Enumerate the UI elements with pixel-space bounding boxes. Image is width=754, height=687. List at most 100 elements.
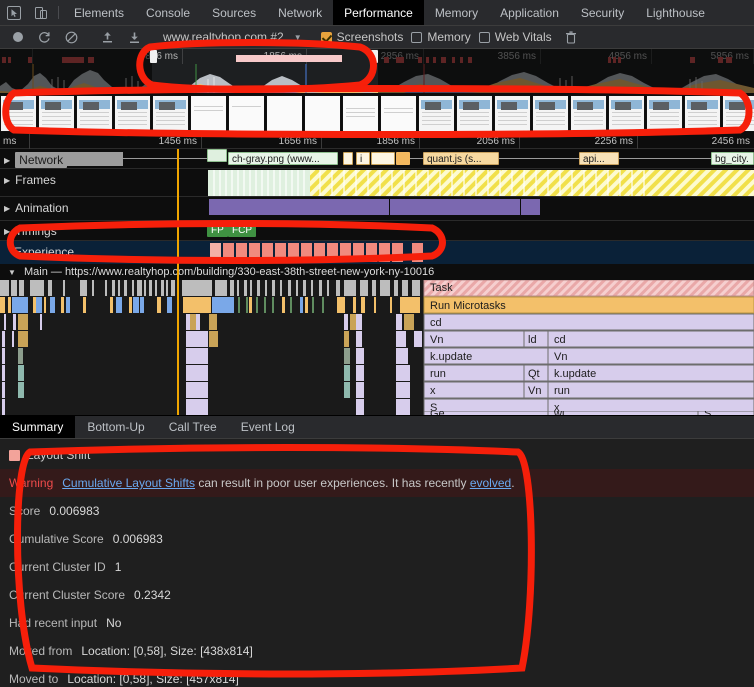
- layout-shift-marker[interactable]: [301, 243, 312, 262]
- filmstrip-frame[interactable]: [0, 95, 37, 132]
- layout-shift-marker[interactable]: [340, 243, 351, 262]
- network-request-leading[interactable]: [207, 149, 227, 162]
- tab-sources[interactable]: Sources: [201, 0, 267, 25]
- filmstrip-frame[interactable]: [456, 95, 493, 132]
- load-profile-icon[interactable]: [94, 31, 121, 44]
- record-icon[interactable]: [4, 31, 31, 43]
- track-timings-header[interactable]: ▶ Timings: [0, 224, 57, 238]
- track-experience-header[interactable]: Experience: [10, 245, 74, 259]
- track-frames[interactable]: ▶ Frames: [0, 169, 754, 197]
- screenshots-label: Screenshots: [336, 30, 404, 44]
- network-request-small-3[interactable]: [396, 152, 410, 165]
- layout-shift-marker[interactable]: [210, 243, 221, 262]
- track-animation-header[interactable]: ▶ Animation: [0, 201, 69, 215]
- reload-record-icon[interactable]: [31, 31, 58, 44]
- timing-marker-fp[interactable]: FP: [207, 225, 228, 237]
- filmstrip-frame[interactable]: [684, 95, 721, 132]
- recording-target-select[interactable]: www.realtyhop.com #2 ▼: [157, 30, 304, 44]
- timeline-tracks[interactable]: ▶ Network ch-gray.png (www... i quant.js…: [0, 149, 754, 415]
- clear-icon[interactable]: [58, 31, 85, 44]
- tab-call-tree[interactable]: Call Tree: [157, 416, 229, 438]
- layout-shift-marker[interactable]: [223, 243, 234, 262]
- tab-performance[interactable]: Performance: [333, 0, 424, 25]
- trash-icon[interactable]: [558, 30, 585, 44]
- layout-shift-marker[interactable]: [275, 243, 286, 262]
- filmstrip-frame[interactable]: [304, 95, 341, 132]
- tab-summary[interactable]: Summary: [0, 416, 76, 438]
- layout-shift-marker[interactable]: [236, 243, 247, 262]
- cumulative-layout-shifts-link[interactable]: Cumulative Layout Shifts: [62, 476, 195, 490]
- layout-shift-marker[interactable]: [412, 243, 423, 262]
- tab-console[interactable]: Console: [135, 0, 201, 25]
- web-vitals-checkbox[interactable]: Web Vitals: [478, 30, 552, 44]
- filmstrip[interactable]: [0, 93, 754, 134]
- network-request[interactable]: bg_city.: [711, 152, 754, 165]
- timeline-overview[interactable]: 856 ms 1856 ms 2856 ms 3856 ms 4856 ms 5…: [0, 49, 754, 93]
- track-network-header[interactable]: ▶ Network: [0, 152, 68, 168]
- tab-bottom-up[interactable]: Bottom-Up: [75, 416, 156, 438]
- layout-shift-marker[interactable]: [379, 243, 390, 262]
- filmstrip-frame[interactable]: [646, 95, 683, 132]
- network-request-small[interactable]: [343, 152, 353, 165]
- filmstrip-frame[interactable]: [266, 95, 303, 132]
- filmstrip-frame[interactable]: [494, 95, 531, 132]
- overview-window-left-handle[interactable]: [150, 50, 157, 63]
- filmstrip-frame[interactable]: [76, 95, 113, 132]
- tab-security[interactable]: Security: [570, 0, 635, 25]
- layout-shift-marker[interactable]: [327, 243, 338, 262]
- layout-shift-marker[interactable]: [249, 243, 260, 262]
- filmstrip-frame[interactable]: [38, 95, 75, 132]
- layout-shift-marker[interactable]: [288, 243, 299, 262]
- tab-network[interactable]: Network: [267, 0, 333, 25]
- animation-bar[interactable]: [390, 199, 520, 215]
- memory-checkbox[interactable]: Memory: [411, 30, 471, 44]
- save-profile-icon[interactable]: [121, 31, 148, 44]
- filmstrip-frame[interactable]: [418, 95, 455, 132]
- tab-elements[interactable]: Elements: [63, 0, 135, 25]
- filmstrip-frame[interactable]: [114, 95, 151, 132]
- filmstrip-frame[interactable]: [722, 95, 754, 132]
- expand-triangle-icon[interactable]: ▶: [4, 204, 10, 213]
- track-animation[interactable]: ▶ Animation: [0, 197, 754, 221]
- filmstrip-frame[interactable]: [228, 95, 265, 132]
- filmstrip-frame[interactable]: [190, 95, 227, 132]
- network-request-small-2[interactable]: [371, 152, 395, 165]
- animation-bar[interactable]: [521, 199, 540, 215]
- filmstrip-frame[interactable]: [532, 95, 569, 132]
- layout-shift-marker[interactable]: [392, 243, 403, 262]
- network-request[interactable]: ch-gray.png (www...: [228, 152, 338, 165]
- network-request[interactable]: i: [356, 152, 370, 165]
- filmstrip-frame[interactable]: [342, 95, 379, 132]
- expand-triangle-icon[interactable]: ▶: [4, 227, 10, 236]
- filmstrip-frame[interactable]: [570, 95, 607, 132]
- layout-shift-marker[interactable]: [314, 243, 325, 262]
- network-request[interactable]: quant.js (s...: [423, 152, 499, 165]
- track-experience[interactable]: Experience: [0, 241, 754, 264]
- expand-triangle-icon[interactable]: ▼: [8, 268, 16, 277]
- filmstrip-frame[interactable]: [380, 95, 417, 132]
- track-main-header[interactable]: ▼ Main — https://www.realtyhop.com/build…: [4, 266, 434, 278]
- tab-memory[interactable]: Memory: [424, 0, 489, 25]
- filmstrip-frame[interactable]: [608, 95, 645, 132]
- flame-chart[interactable]: Task Run Microtasks cd Vn ld cd k.update…: [0, 280, 754, 415]
- network-request[interactable]: api...: [579, 152, 619, 165]
- overview-window-right-handle[interactable]: [371, 50, 378, 63]
- inspect-cursor-icon[interactable]: [0, 0, 27, 25]
- expand-triangle-icon[interactable]: ▶: [4, 156, 10, 165]
- screenshots-checkbox[interactable]: Screenshots: [320, 30, 404, 44]
- layout-shift-marker[interactable]: [353, 243, 364, 262]
- expand-triangle-icon[interactable]: ▶: [4, 176, 10, 185]
- filmstrip-frame[interactable]: [152, 95, 189, 132]
- tab-lighthouse[interactable]: Lighthouse: [635, 0, 716, 25]
- layout-shift-marker[interactable]: [366, 243, 377, 262]
- tab-event-log[interactable]: Event Log: [229, 416, 307, 438]
- timing-marker-fcp[interactable]: FCP: [228, 225, 256, 237]
- tab-application[interactable]: Application: [489, 0, 570, 25]
- animation-bar[interactable]: [209, 199, 389, 215]
- track-network[interactable]: ▶ Network ch-gray.png (www... i quant.js…: [0, 149, 754, 169]
- track-timings[interactable]: ▶ Timings FP FCP: [0, 221, 754, 241]
- device-toggle-icon[interactable]: [27, 0, 54, 25]
- layout-shift-marker[interactable]: [262, 243, 273, 262]
- evolved-link[interactable]: evolved: [470, 476, 511, 490]
- track-frames-header[interactable]: ▶ Frames: [0, 173, 56, 187]
